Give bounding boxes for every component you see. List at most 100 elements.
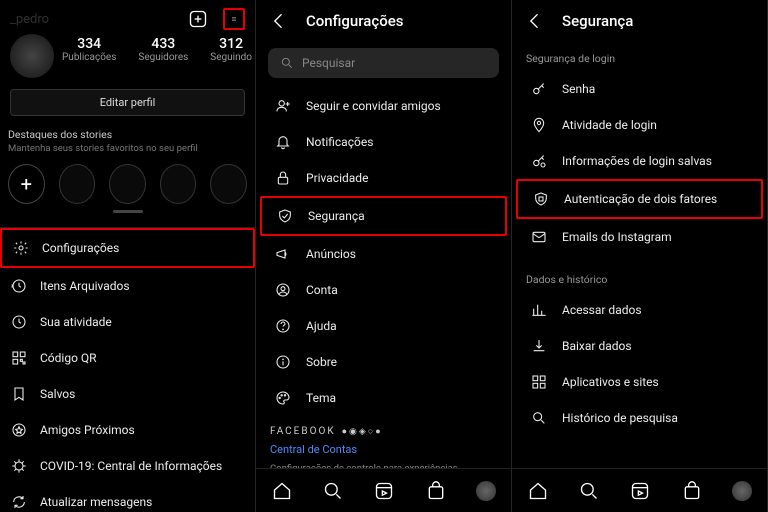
nav-profile-icon[interactable] [732,481,752,501]
menu-item-star-list[interactable]: Amigos Próximos [0,412,255,448]
avatar[interactable] [10,34,54,78]
nav-search-icon[interactable] [578,480,600,502]
add-story-button[interactable]: + [8,164,45,204]
set-item-lock[interactable]: Privacidade [260,160,507,196]
menu-item-clock-arrow[interactable]: Itens Arquivados [0,268,255,304]
menu-item-clock[interactable]: Sua atividade [0,304,255,340]
apps-icon [530,373,548,391]
item-label: Privacidade [306,171,368,185]
item-label: Atualizar mensagens [40,495,152,509]
clock-icon [10,313,28,331]
edit-profile-button[interactable]: Editar perfil [10,89,245,116]
username[interactable]: _pedro [10,12,49,27]
item-label: Autenticação de dois fatores [564,192,717,206]
item-label: Tema [306,391,336,405]
item-label: Segurança [308,209,365,223]
set-item-mail[interactable]: Emails do Instagram [516,219,763,255]
menu-item-qr[interactable]: Código QR [0,340,255,376]
set-item-palette[interactable]: Tema [260,380,507,416]
story-placeholder [59,164,96,204]
hamburger-menu-icon[interactable] [223,8,245,30]
stories-highlights: Destaques dos stories Mantenha seus stor… [0,128,255,204]
story-placeholder [109,164,146,204]
set-item-megaphone[interactable]: Anúncios [260,236,507,272]
info-icon [274,353,292,371]
back-icon[interactable] [268,10,290,32]
profile-header: _pedro [0,0,255,38]
settings-list: Seguir e convidar amigosNotificações Priv… [256,88,511,416]
set-item-key[interactable]: Senha [516,71,763,107]
set-item-key-save[interactable]: Informações de login salvas [516,143,763,179]
star-list-icon [10,421,28,439]
set-item-bar-chart[interactable]: Acessar dados [516,292,763,328]
drag-handle[interactable] [113,210,143,213]
set-item-info[interactable]: Sobre [260,344,507,380]
item-label: Salvos [40,387,75,401]
item-label: Atividade de login [562,118,657,132]
page-title: Segurança [562,12,633,30]
security-panel: Segurança Segurança de login Senha Ativid… [512,0,768,512]
person-plus-icon [274,97,292,115]
download-icon [530,337,548,355]
item-label: Senha [562,82,595,96]
shield-icon [276,207,294,225]
bottom-nav [512,468,767,512]
qr-icon [10,349,28,367]
set-item-location[interactable]: Atividade de login [516,107,763,143]
user-circle-icon [274,281,292,299]
story-placeholder [160,164,197,204]
item-label: Conta [306,283,338,297]
stories-title: Destaques dos stories [8,128,247,141]
menu-item-bookmark[interactable]: Salvos [0,376,255,412]
set-item-search[interactable]: Histórico de pesquisa [516,400,763,436]
set-item-user-circle[interactable]: Conta [260,272,507,308]
set-item-shield[interactable]: Segurança [260,196,507,236]
menu-item-refresh-msg[interactable]: Atualizar mensagens [0,484,255,512]
set-item-download[interactable]: Baixar dados [516,328,763,364]
profile-menu: Configurações Itens Arquivados Sua ativida… [0,227,255,512]
bookmark-icon [10,385,28,403]
data-history-list: Acessar dados Baixar dados Aplicativos e s… [512,292,767,436]
section-data-history: Dados e histórico [512,263,767,292]
back-icon[interactable] [524,10,546,32]
bottom-nav [256,468,511,512]
settings-header: Configurações [256,0,511,42]
accounts-center-link[interactable]: Central de Contas [270,443,497,456]
help-icon [274,317,292,335]
stat-followers[interactable]: 433Seguidores [138,36,188,63]
nav-shop-icon[interactable] [681,480,703,502]
stat-posts[interactable]: 334Publicações [62,36,116,63]
item-label: Código QR [40,351,97,365]
item-label: Baixar dados [562,339,632,353]
nav-shop-icon[interactable] [425,480,447,502]
nav-reels-icon[interactable] [629,480,651,502]
menu-item-gear[interactable]: Configurações [0,228,255,268]
nav-profile-icon[interactable] [476,481,496,501]
nav-reels-icon[interactable] [373,480,395,502]
nav-home-icon[interactable] [527,480,549,502]
item-label: Ajuda [306,319,337,333]
set-item-shield-grid[interactable]: Autenticação de dois fatores [516,179,763,219]
nav-home-icon[interactable] [271,480,293,502]
brand-icons: ●◉◈○● [342,426,383,437]
set-item-apps[interactable]: Aplicativos e sites [516,364,763,400]
set-item-bell[interactable]: Notificações [260,124,507,160]
item-label: Anúncios [306,247,356,261]
item-label: Configurações [42,241,119,255]
settings-panel: Configurações Pesquisar Seguir e convida… [256,0,512,512]
page-title: Configurações [306,12,403,30]
gear-icon [12,239,30,257]
section-login-security: Segurança de login [512,42,767,71]
stat-following[interactable]: 312Seguindo [210,36,252,63]
profile-panel: _pedro 334Publicações 433Seguidores 312S… [0,0,256,512]
new-post-icon[interactable] [187,8,209,30]
set-item-person-plus[interactable]: Seguir e convidar amigos [260,88,507,124]
nav-search-icon[interactable] [322,480,344,502]
item-label: COVID-19: Central de Informações [40,459,222,473]
set-item-help[interactable]: Ajuda [260,308,507,344]
menu-item-covid[interactable]: COVID-19: Central de Informações [0,448,255,484]
login-security-list: Senha Atividade de login Informações de lo… [512,71,767,255]
item-label: Itens Arquivados [40,279,130,293]
search-input[interactable]: Pesquisar [268,48,499,78]
mail-icon [530,228,548,246]
